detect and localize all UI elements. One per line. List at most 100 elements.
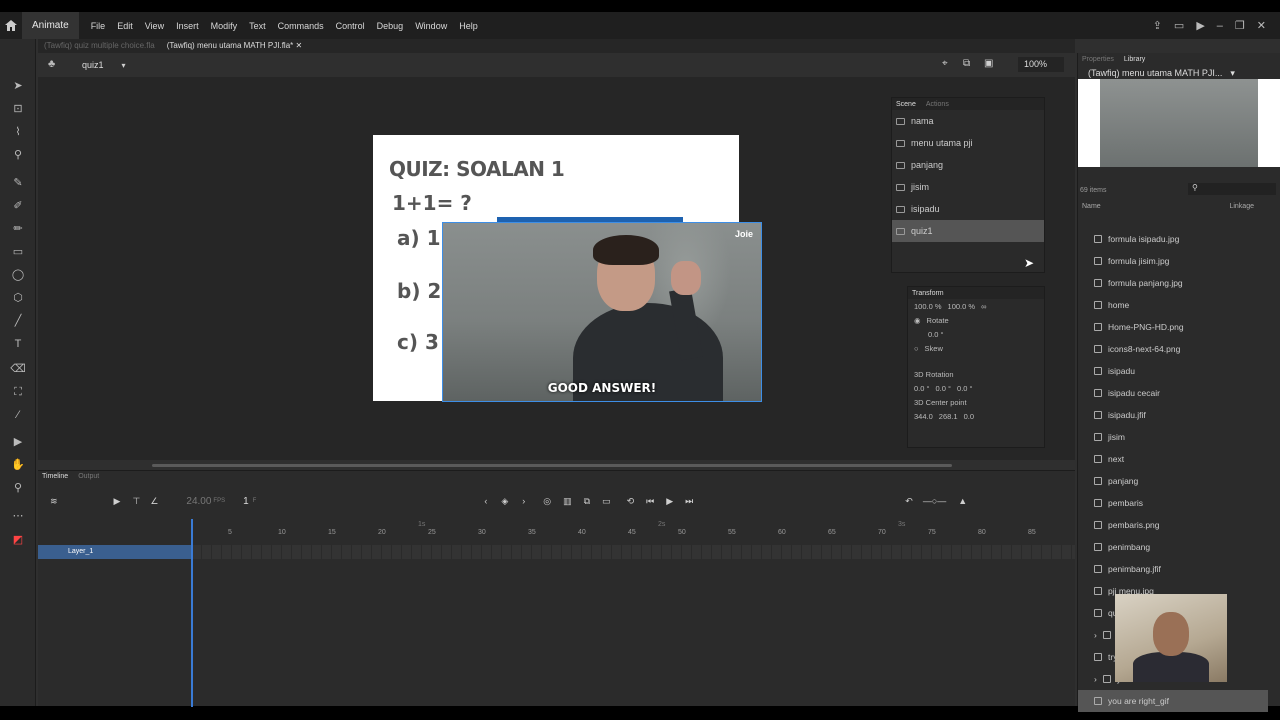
chevron-right-icon[interactable]: › — [1094, 674, 1097, 684]
scene-item[interactable]: jisim — [892, 176, 1044, 198]
center-x[interactable]: 344.0 — [914, 412, 933, 421]
width-field[interactable]: 100.0 % — [914, 302, 942, 311]
list-item[interactable]: isipadu — [1078, 360, 1268, 382]
list-item[interactable]: jisim — [1078, 426, 1268, 448]
list-item[interactable]: Home-PNG-HD.png — [1078, 316, 1268, 338]
frame-value[interactable]: 1 — [243, 496, 249, 507]
col-name[interactable]: Name — [1082, 203, 1101, 217]
menu-control[interactable]: Control — [330, 21, 371, 31]
good-answer-gif[interactable]: Joie GOOD ANSWER! — [442, 222, 762, 402]
insert-keyframe-icon[interactable]: ◈ — [501, 496, 508, 507]
chevron-down-icon[interactable]: ▾ — [122, 61, 126, 70]
step-forward-icon[interactable]: ⏭ — [685, 496, 693, 507]
list-item[interactable]: formula isipadu.jpg — [1078, 228, 1268, 250]
oval-icon[interactable]: ◯ — [10, 268, 26, 282]
layer-row[interactable]: Layer_1 — [38, 545, 192, 559]
screen-icon[interactable]: ▭ — [1174, 19, 1184, 32]
tab-properties[interactable]: Properties — [1082, 56, 1114, 63]
center-z[interactable]: 0.0 — [964, 412, 974, 421]
menu-edit[interactable]: Edit — [111, 21, 139, 31]
list-item[interactable]: formula jisim.jpg — [1078, 250, 1268, 272]
share-icon[interactable]: ⇪ — [1153, 19, 1162, 32]
link-icon[interactable]: ∞ — [981, 302, 986, 311]
skew-radio-icon[interactable]: ○ — [914, 344, 919, 353]
scene-item[interactable]: panjang — [892, 154, 1044, 176]
graph-icon[interactable]: ∠ — [150, 496, 158, 507]
line-icon[interactable]: ╱ — [10, 314, 26, 328]
rot3d-x[interactable]: 0.0 ° — [914, 384, 930, 393]
menu-commands[interactable]: Commands — [272, 21, 330, 31]
menu-debug[interactable]: Debug — [371, 21, 410, 31]
parent-icon[interactable]: ⊤ — [132, 496, 140, 507]
step-back-icon[interactable]: ⏮ — [646, 496, 654, 507]
eraser-icon[interactable]: ⌫ — [10, 362, 26, 376]
next-keyframe-icon[interactable]: › — [522, 496, 525, 506]
text-tool-icon[interactable]: T — [10, 337, 26, 351]
menu-file[interactable]: File — [85, 21, 112, 31]
more-tools-icon[interactable]: ⋯ — [10, 509, 26, 523]
scene-item[interactable]: menu utama pji — [892, 132, 1044, 154]
height-field[interactable]: 100.0 % — [948, 302, 976, 311]
list-item-selected[interactable]: you are right_gif — [1078, 690, 1268, 712]
chevron-right-icon[interactable]: › — [1094, 630, 1097, 640]
camera-icon[interactable]: ▶ — [10, 435, 26, 449]
center-stage-icon[interactable]: ⌖ — [942, 58, 948, 69]
mountain-icon[interactable]: ▲ — [958, 496, 967, 506]
prev-keyframe-icon[interactable]: ‹ — [484, 496, 487, 506]
scene-item[interactable]: isipadu — [892, 198, 1044, 220]
option-b[interactable]: b) 2 — [397, 279, 441, 303]
pencil-icon[interactable]: ✏ — [10, 222, 26, 236]
zoom-slider[interactable]: —○— — [923, 496, 946, 506]
loop-icon[interactable]: ⟲ — [627, 496, 635, 507]
tab-output[interactable]: Output — [78, 473, 99, 480]
scene-item-selected[interactable]: quiz1 — [892, 220, 1044, 242]
rot3d-y[interactable]: 0.0 ° — [936, 384, 952, 393]
list-item[interactable]: penimbang — [1078, 536, 1268, 558]
layers-icon[interactable]: ≋ — [50, 496, 58, 507]
home-icon[interactable] — [0, 12, 22, 39]
zoom-icon[interactable]: ⚲ — [10, 481, 26, 495]
clip-icon[interactable]: ⧉ — [963, 58, 970, 69]
test-movie-icon[interactable]: ▶ — [1196, 19, 1204, 32]
playhead[interactable] — [191, 519, 193, 707]
menu-window[interactable]: Window — [409, 21, 453, 31]
option-c[interactable]: c) 3 — [397, 330, 439, 354]
col-linkage[interactable]: Linkage — [1229, 203, 1254, 217]
free-transform-icon[interactable]: ⊡ — [10, 102, 26, 116]
stroke-color-icon[interactable]: ◩ — [10, 533, 26, 547]
list-item[interactable]: icons8-next-64.png — [1078, 338, 1268, 360]
list-item[interactable]: pembaris.png — [1078, 514, 1268, 536]
hand-icon[interactable]: ✋ — [10, 458, 26, 472]
rectangle-icon[interactable]: ▭ — [10, 245, 26, 259]
zoom-field[interactable]: 100% — [1018, 57, 1064, 72]
rotate-value[interactable]: 0.0 ° — [928, 330, 944, 339]
tab-actions[interactable]: Actions — [926, 101, 949, 108]
menu-help[interactable]: Help — [453, 21, 484, 31]
list-item[interactable]: pembaris — [1078, 492, 1268, 514]
rot3d-z[interactable]: 0.0 ° — [957, 384, 973, 393]
play-icon[interactable]: ▶ — [666, 496, 673, 507]
selection-tool-icon[interactable]: ➤ — [10, 79, 26, 93]
camera-icon[interactable]: ▶ — [114, 496, 121, 507]
polystar-icon[interactable]: ⬡ — [10, 291, 26, 305]
menu-text[interactable]: Text — [243, 21, 272, 31]
tab-library[interactable]: Library — [1124, 56, 1145, 63]
scene-item[interactable]: nama — [892, 110, 1044, 132]
list-item[interactable]: next — [1078, 448, 1268, 470]
close-icon[interactable]: ✕ — [1257, 19, 1266, 32]
stage-scrollbar[interactable] — [152, 464, 952, 467]
scene-icon[interactable]: ♣ — [48, 58, 55, 70]
list-item[interactable]: home — [1078, 294, 1268, 316]
brush-icon[interactable]: ✎ — [10, 176, 26, 190]
library-search-input[interactable]: ⚲ — [1188, 183, 1276, 195]
fit-icon[interactable]: ▣ — [984, 58, 993, 69]
eyedropper-icon[interactable]: ⁄ — [10, 408, 26, 422]
tween-icon[interactable]: ⧉ — [584, 496, 590, 507]
list-item[interactable]: panjang — [1078, 470, 1268, 492]
menu-view[interactable]: View — [139, 21, 170, 31]
tab-menu-utama[interactable]: (Tawfiq) menu utama MATH PJI.fla* ✕ — [161, 39, 309, 53]
list-item[interactable]: isipadu cecair — [1078, 382, 1268, 404]
rotate-radio-icon[interactable]: ◉ — [914, 316, 921, 325]
tab-scene[interactable]: Scene — [896, 101, 916, 108]
option-a[interactable]: a) 1 — [397, 226, 441, 250]
